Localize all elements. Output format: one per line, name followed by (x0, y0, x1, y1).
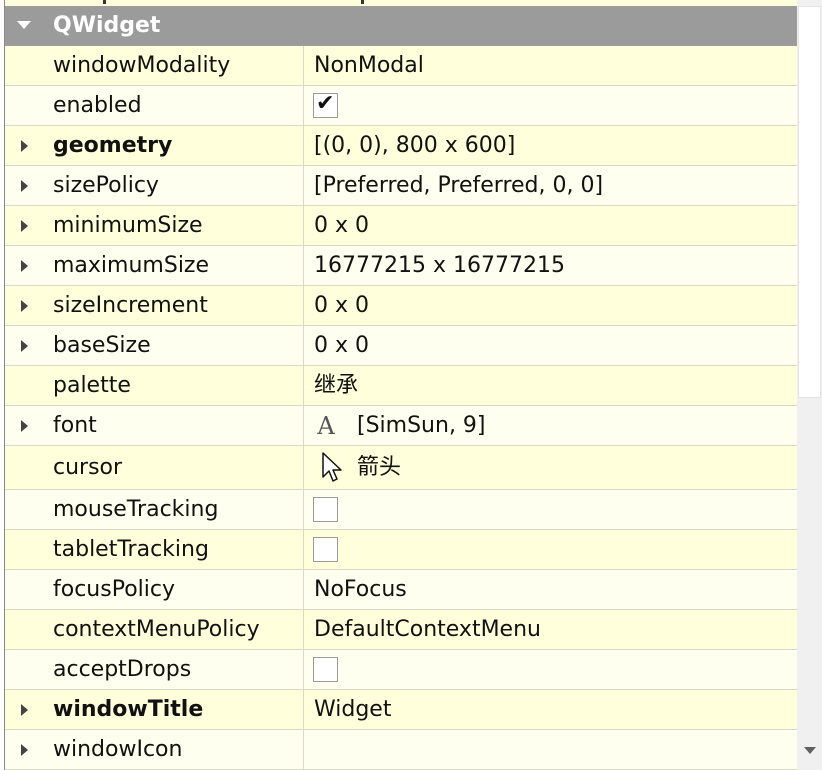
group-title: QWidget (53, 13, 161, 38)
property-name-cell: baseSize (5, 326, 304, 365)
expand-arrow-icon[interactable] (21, 420, 28, 432)
property-row-focusPolicy[interactable]: focusPolicy NoFocus (5, 570, 797, 610)
property-name: focusPolicy (53, 577, 175, 602)
property-value[interactable]: Widget (314, 690, 391, 729)
property-row-minimumSize[interactable]: minimumSize 0 x 0 (5, 206, 797, 246)
property-value[interactable]: [SimSun, 9] (357, 406, 486, 445)
property-value[interactable]: 继承 (314, 366, 358, 405)
scroll-down-arrow-icon[interactable] (804, 747, 816, 754)
property-name-cell: focusPolicy (5, 570, 304, 609)
property-value[interactable]: NonModal (314, 46, 424, 85)
property-row-windowModality[interactable]: windowModality NonModal (5, 46, 797, 86)
property-row-contextMenuPolicy[interactable]: contextMenuPolicy DefaultContextMenu (5, 610, 797, 650)
enabled-checkbox[interactable]: ✔ (313, 91, 338, 118)
property-row-windowTitle[interactable]: windowTitle Widget (5, 690, 797, 730)
expand-arrow-icon[interactable] (21, 140, 28, 152)
expand-arrow-icon[interactable] (21, 180, 28, 192)
property-value[interactable]: 0 x 0 (314, 286, 369, 325)
property-name-cell: cursor (5, 446, 304, 489)
property-name-cell: sizeIncrement (5, 286, 304, 325)
property-name: baseSize (53, 333, 151, 358)
expand-arrow-icon[interactable] (21, 340, 28, 352)
property-row-windowIcon[interactable]: windowIcon (5, 730, 797, 770)
property-editor: QWidget windowModality NonModal enabled … (4, 0, 797, 770)
property-row-mouseTracking[interactable]: mouseTracking (5, 490, 797, 530)
property-name: mouseTracking (53, 497, 219, 522)
property-row-maximumSize[interactable]: maximumSize 16777215 x 16777215 (5, 246, 797, 286)
expand-arrow-icon[interactable] (21, 744, 28, 756)
property-name-cell: font (5, 406, 304, 445)
property-name: contextMenuPolicy (53, 617, 260, 642)
scrollbar-thumb[interactable] (798, 6, 821, 398)
property-name-cell: windowTitle (5, 690, 304, 729)
property-row-tabletTracking[interactable]: tabletTracking (5, 530, 797, 570)
property-name: minimumSize (53, 213, 203, 238)
property-name-cell: tabletTracking (5, 530, 304, 569)
property-value[interactable]: 0 x 0 (314, 326, 369, 365)
property-name: acceptDrops (53, 657, 192, 682)
property-name-cell: mouseTracking (5, 490, 304, 529)
arrow-cursor-icon (321, 452, 343, 490)
property-name: sizeIncrement (53, 293, 208, 318)
property-name-cell: acceptDrops (5, 650, 304, 689)
property-name: font (53, 413, 97, 438)
font-preview-icon: A (317, 412, 335, 440)
property-name-cell: maximumSize (5, 246, 304, 285)
property-name: windowIcon (53, 737, 183, 762)
property-name: windowModality (53, 53, 231, 78)
property-name-cell: minimumSize (5, 206, 304, 245)
property-row-acceptDrops[interactable]: acceptDrops (5, 650, 797, 690)
vertical-scrollbar[interactable] (797, 0, 822, 770)
property-name: maximumSize (53, 253, 210, 278)
property-row-sizePolicy[interactable]: sizePolicy [Preferred, Preferred, 0, 0] (5, 166, 797, 206)
property-value[interactable]: 箭头 (357, 446, 401, 489)
property-name: windowTitle (53, 697, 204, 722)
property-row-geometry[interactable]: geometry [(0, 0), 800 x 600] (5, 126, 797, 166)
property-value[interactable]: [(0, 0), 800 x 600] (314, 126, 515, 165)
property-name-cell: contextMenuPolicy (5, 610, 304, 649)
property-name-cell: palette (5, 366, 304, 405)
property-name-cell: geometry (5, 126, 304, 165)
property-value[interactable]: DefaultContextMenu (314, 610, 541, 649)
property-name: geometry (53, 133, 173, 158)
property-value[interactable]: NoFocus (314, 570, 407, 609)
property-name: tabletTracking (53, 537, 209, 562)
acceptDrops-checkbox[interactable] (313, 657, 338, 682)
property-name: sizePolicy (53, 173, 159, 198)
property-row-palette[interactable]: palette 继承 (5, 366, 797, 406)
expand-arrow-icon[interactable] (21, 300, 28, 312)
property-name: enabled (53, 93, 142, 118)
property-name: cursor (53, 455, 123, 480)
property-row-baseSize[interactable]: baseSize 0 x 0 (5, 326, 797, 366)
expand-arrow-icon[interactable] (21, 220, 28, 232)
property-value[interactable]: [Preferred, Preferred, 0, 0] (314, 166, 603, 205)
property-name-cell: sizePolicy (5, 166, 304, 205)
property-name-cell: windowIcon (5, 730, 304, 769)
expand-arrow-icon[interactable] (21, 260, 28, 272)
expand-arrow-icon[interactable] (21, 704, 28, 716)
property-value[interactable]: 16777215 x 16777215 (314, 246, 565, 285)
checkmark-icon: ✔ (316, 91, 335, 116)
property-value[interactable]: 0 x 0 (314, 206, 369, 245)
property-row-sizeIncrement[interactable]: sizeIncrement 0 x 0 (5, 286, 797, 326)
property-name: palette (53, 373, 131, 398)
property-row-font[interactable]: font A [SimSun, 9] (5, 406, 797, 446)
group-header-qwidget[interactable]: QWidget (5, 6, 797, 46)
collapse-arrow-icon[interactable] (17, 21, 31, 29)
tabletTracking-checkbox[interactable] (313, 537, 338, 562)
property-name-cell: windowModality (5, 46, 304, 85)
property-row-cursor[interactable]: cursor 箭头 (5, 446, 797, 490)
property-row-enabled[interactable]: enabled ✔ (5, 86, 797, 126)
property-name-cell: enabled (5, 86, 304, 125)
mouseTracking-checkbox[interactable] (313, 497, 338, 522)
